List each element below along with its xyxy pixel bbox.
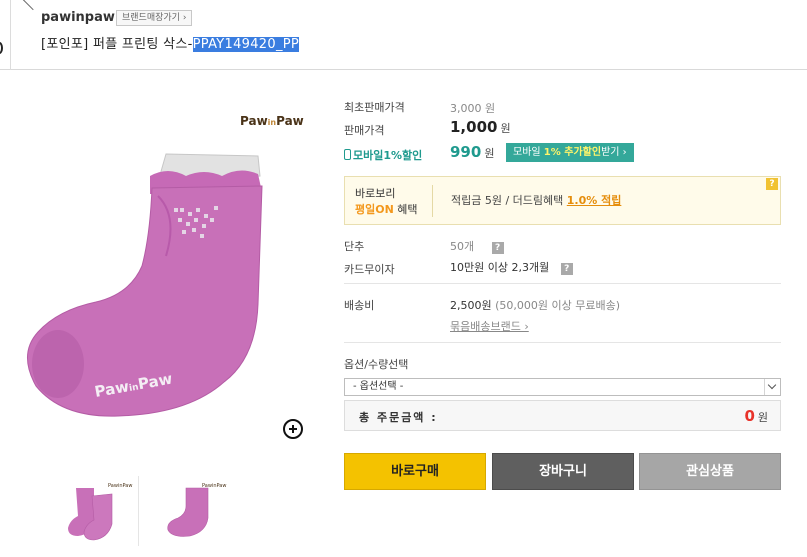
sale-price-currency: 원 (500, 122, 511, 135)
benefit-title: 바로보리 (355, 187, 396, 200)
mobile-btn-prefix: 모바일 (513, 147, 541, 158)
unit-value: 50개 (450, 240, 475, 253)
mobile-extra-discount-button[interactable]: 모바일 1% 추가할인받기 › (506, 143, 634, 162)
benefit-suffix: 혜택 (393, 203, 418, 216)
shipping-fee: 2,500원 (450, 299, 492, 312)
sale-price: 1,000 원 (450, 118, 511, 136)
mobile-btn-suffix: 받기 › (601, 147, 627, 158)
mobile-discount-label: 모바일1%할인 (344, 147, 422, 163)
thumbnail-divider (138, 476, 139, 546)
thumbnail-sock-icon: PawinPaw (167, 483, 226, 537)
shipping-value-row: 2,500원 (50,000원 이상 무료배송) (450, 297, 620, 313)
cursor-line (21, 0, 34, 11)
brand-name[interactable]: pawinpaw (41, 10, 115, 25)
total-label: 총 주문금액 : (359, 411, 438, 424)
initial-price-label: 최초판매가격 (344, 101, 405, 114)
zoom-in-icon[interactable] (283, 419, 303, 439)
card-value: 10만원 이상 2,3개월 (450, 261, 550, 274)
product-code-selected[interactable]: PPAY149420_PP (192, 37, 300, 52)
benefit-divider (432, 185, 433, 217)
options-label: 옵션/수량선택 (344, 358, 409, 371)
benefit-subtitle: 평일ON 혜택 (355, 201, 418, 217)
thumbnail-1[interactable]: PawinPaw (66, 478, 136, 544)
product-title: [포인포] 퍼플 프린팅 삭스-PPAY149420_PP (41, 33, 300, 52)
benefit-points-text: 적립금 5원 / 더드림혜택 (451, 194, 567, 207)
mobile-price-currency: 원 (484, 147, 495, 160)
total-value-row: 0원 (744, 407, 768, 425)
shipping-free-note: (50,000원 이상 무료배송) (495, 299, 621, 312)
total-value: 0 (744, 407, 755, 425)
sock-image: PawinPaw PawinPaw (27, 114, 304, 417)
thumbnail-2[interactable]: PawinPaw (158, 478, 228, 544)
shipping-label: 배송비 (344, 299, 375, 312)
benefit-weekday-on: 평일ON (355, 203, 394, 216)
add-to-cart-button[interactable]: 장바구니 (492, 453, 634, 490)
total-unit: 원 (757, 411, 768, 424)
sale-price-label: 판매가격 (344, 124, 385, 137)
buy-now-button[interactable]: 바로구매 (344, 453, 486, 490)
page-header: pawinpaw 브랜드매장가기 › [포인포] 퍼플 프린팅 삭스-PPAY1… (0, 0, 807, 70)
divider-1 (344, 283, 781, 284)
svg-text:PawinPaw: PawinPaw (108, 483, 132, 489)
mobile-phone-icon (344, 149, 351, 160)
mobile-discount-text: 모바일1%할인 (353, 149, 423, 162)
edge-ring-icon (0, 42, 3, 54)
chevron-down-icon[interactable] (764, 379, 780, 395)
brand-store-button[interactable]: 브랜드매장가기 › (116, 10, 193, 26)
divider-2 (344, 342, 781, 343)
product-main-image[interactable]: PawinPaw PawinPaw (18, 96, 313, 441)
option-select-value: - 옵션선택 - (353, 381, 404, 392)
mobile-price-value: 990 (450, 143, 482, 161)
mobile-btn-highlight: 1% 추가할인 (543, 147, 602, 158)
benefit-box: 바로보리 평일ON 혜택 적립금 5원 / 더드림혜택 1.0% 적립 ? (344, 176, 781, 225)
benefit-help-icon[interactable]: ? (766, 178, 778, 190)
unit-value-row: 50개 ? (450, 238, 504, 254)
wishlist-button[interactable]: 관심상품 (639, 453, 781, 490)
card-value-row: 10만원 이상 2,3개월 ? (450, 259, 573, 275)
sale-price-value: 1,000 (450, 118, 498, 136)
product-title-text: [포인포] 퍼플 프린팅 삭스- (41, 37, 193, 52)
option-select[interactable]: - 옵션선택 - (344, 378, 781, 396)
logo-paw-in-paw-icon: PawinPaw (240, 114, 304, 128)
benefit-text: 적립금 5원 / 더드림혜택 1.0% 적립 (451, 192, 621, 208)
mobile-price: 990 원 (450, 143, 494, 161)
thumbnail-socks-pair-icon: PawinPaw (68, 483, 132, 541)
card-help-icon[interactable]: ? (560, 263, 573, 275)
total-amount-box: 총 주문금액 : 0원 (344, 400, 781, 431)
card-label: 카드무이자 (344, 263, 395, 276)
unit-label: 단추 (344, 240, 365, 253)
bundle-shipping-link[interactable]: 묶음배송브랜드 › (450, 318, 529, 334)
benefit-rate-link[interactable]: 1.0% 적립 (567, 194, 622, 207)
unit-help-icon[interactable]: ? (491, 242, 504, 254)
initial-price-value: 3,000 원 (450, 102, 496, 115)
header-divider (10, 0, 11, 70)
